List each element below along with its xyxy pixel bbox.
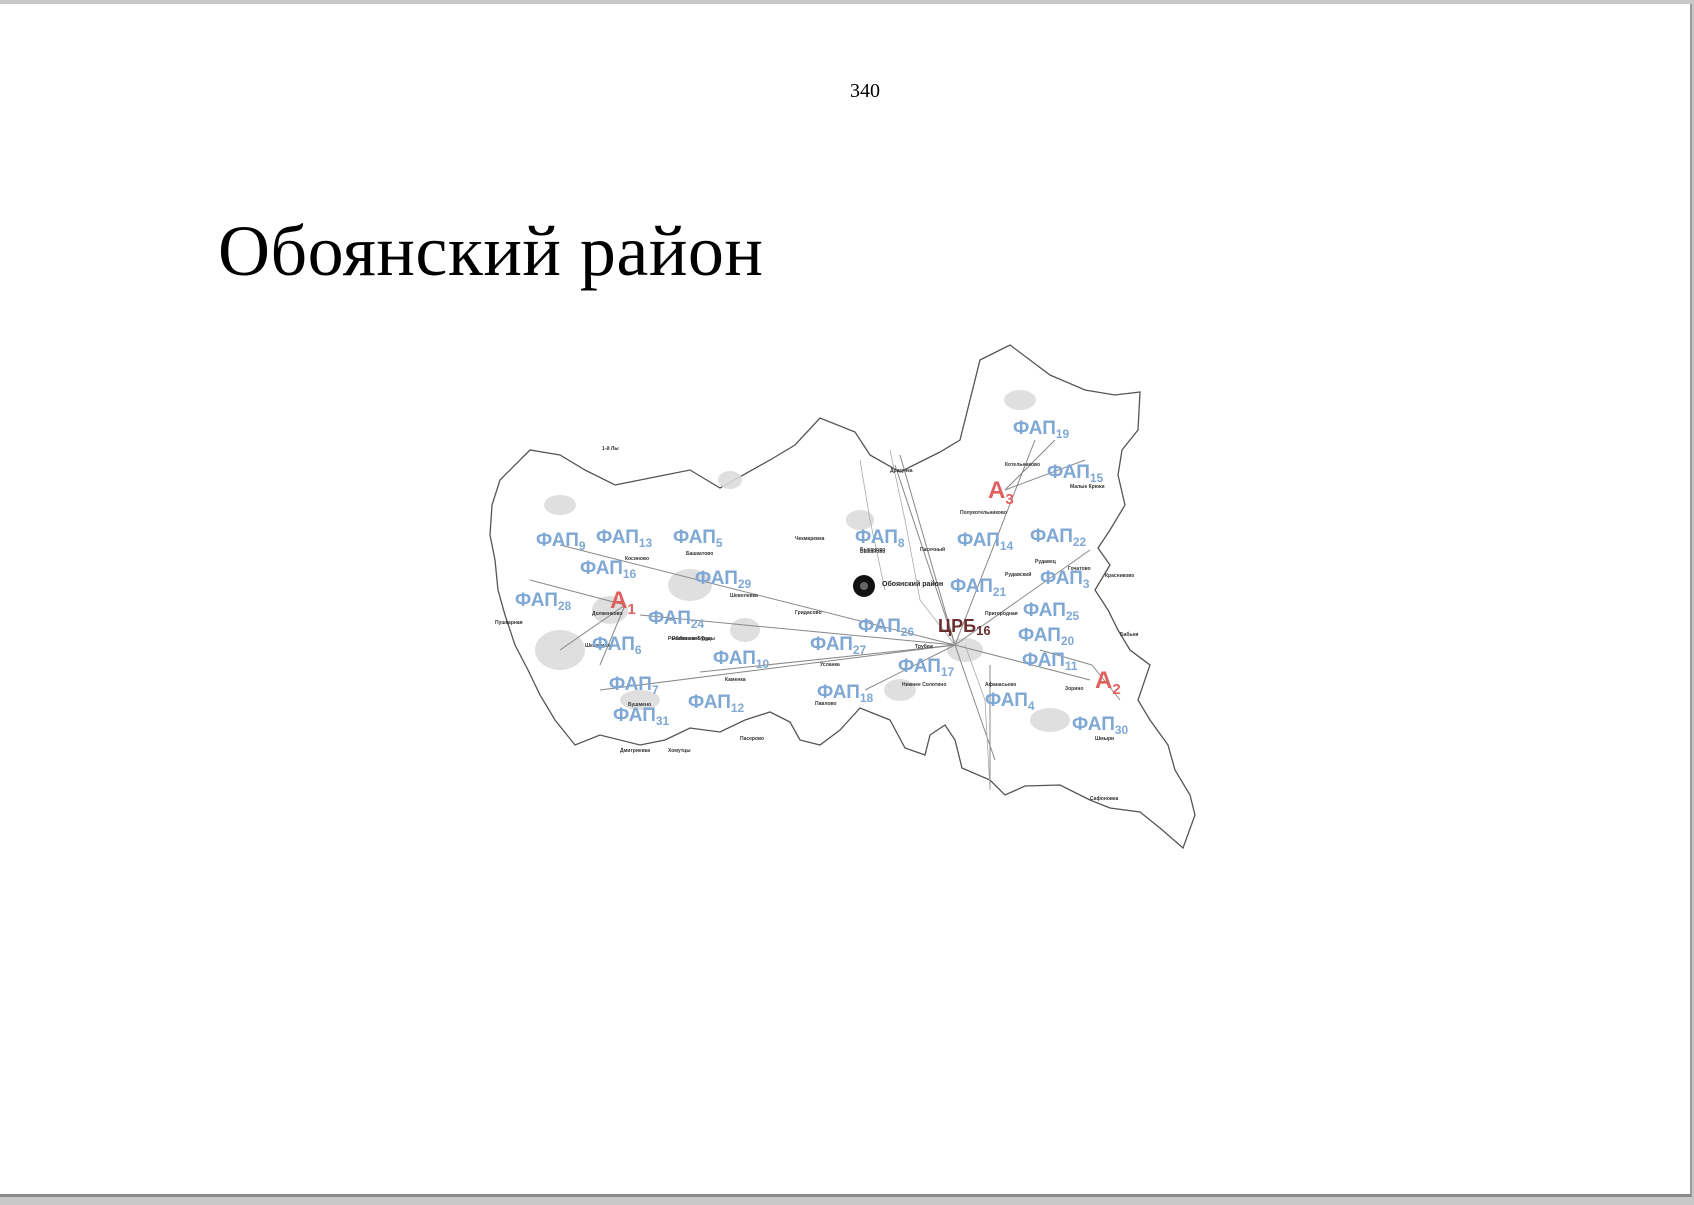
district-map: Обоянский район Рыбинские Буды Бушмено П… xyxy=(0,0,1694,1200)
village-label: Пасечный xyxy=(920,546,945,553)
village-label: 1-й Лы xyxy=(602,445,619,452)
village-label: Пушкарная xyxy=(495,620,523,626)
fap-label: ФАП7 xyxy=(609,674,659,697)
fap-label: ФАП4 xyxy=(985,690,1035,713)
village-label: Башкатово xyxy=(686,551,713,557)
village-label: Красниково xyxy=(1105,573,1134,579)
district-center-label: Обоянский район xyxy=(882,580,943,588)
fap-label: ФАП3 xyxy=(1040,568,1090,591)
village-label: Сафоновка xyxy=(1090,795,1118,802)
village-label: Шмыри xyxy=(1095,736,1114,742)
village-label: Чекмаревка xyxy=(795,536,825,542)
village-label: Косиново xyxy=(625,556,649,562)
village-label: Бабьня xyxy=(1120,631,1139,638)
village-label: Шевелевка xyxy=(730,593,758,599)
fap-label: ФАП8 xyxy=(855,527,905,550)
village-label: Рудавец xyxy=(1035,559,1057,565)
village-label: Пригородная xyxy=(985,611,1018,617)
fap-label: ФАП6 xyxy=(592,634,642,657)
village-label: Афанасьево xyxy=(985,681,1016,688)
village-label: Рудавский xyxy=(1005,571,1031,578)
fap-label: ФАП9 xyxy=(536,530,586,553)
village-label: Быканово xyxy=(860,549,885,555)
village-label: Хомутцы xyxy=(668,748,691,754)
village-label: Дмитриевка xyxy=(620,748,650,754)
village-label: Усланка xyxy=(820,662,840,668)
village-label: Зорино xyxy=(1065,686,1083,692)
village-label: Драгунка xyxy=(890,468,913,474)
village-label: Нижнее Солотино xyxy=(902,682,946,688)
village-label: Пасерово xyxy=(740,736,764,742)
village-label: Трубеж xyxy=(915,643,933,650)
village-label: Гридасово xyxy=(795,610,822,616)
village-label: Рыбинские Буды xyxy=(672,635,715,642)
village-label: Полукотельниково xyxy=(960,510,1007,516)
village-label: Каменка xyxy=(725,677,746,683)
district-outline xyxy=(489,344,1196,850)
fap-label: ФАП5 xyxy=(673,527,723,550)
village-label: Котельниково xyxy=(1005,462,1040,468)
